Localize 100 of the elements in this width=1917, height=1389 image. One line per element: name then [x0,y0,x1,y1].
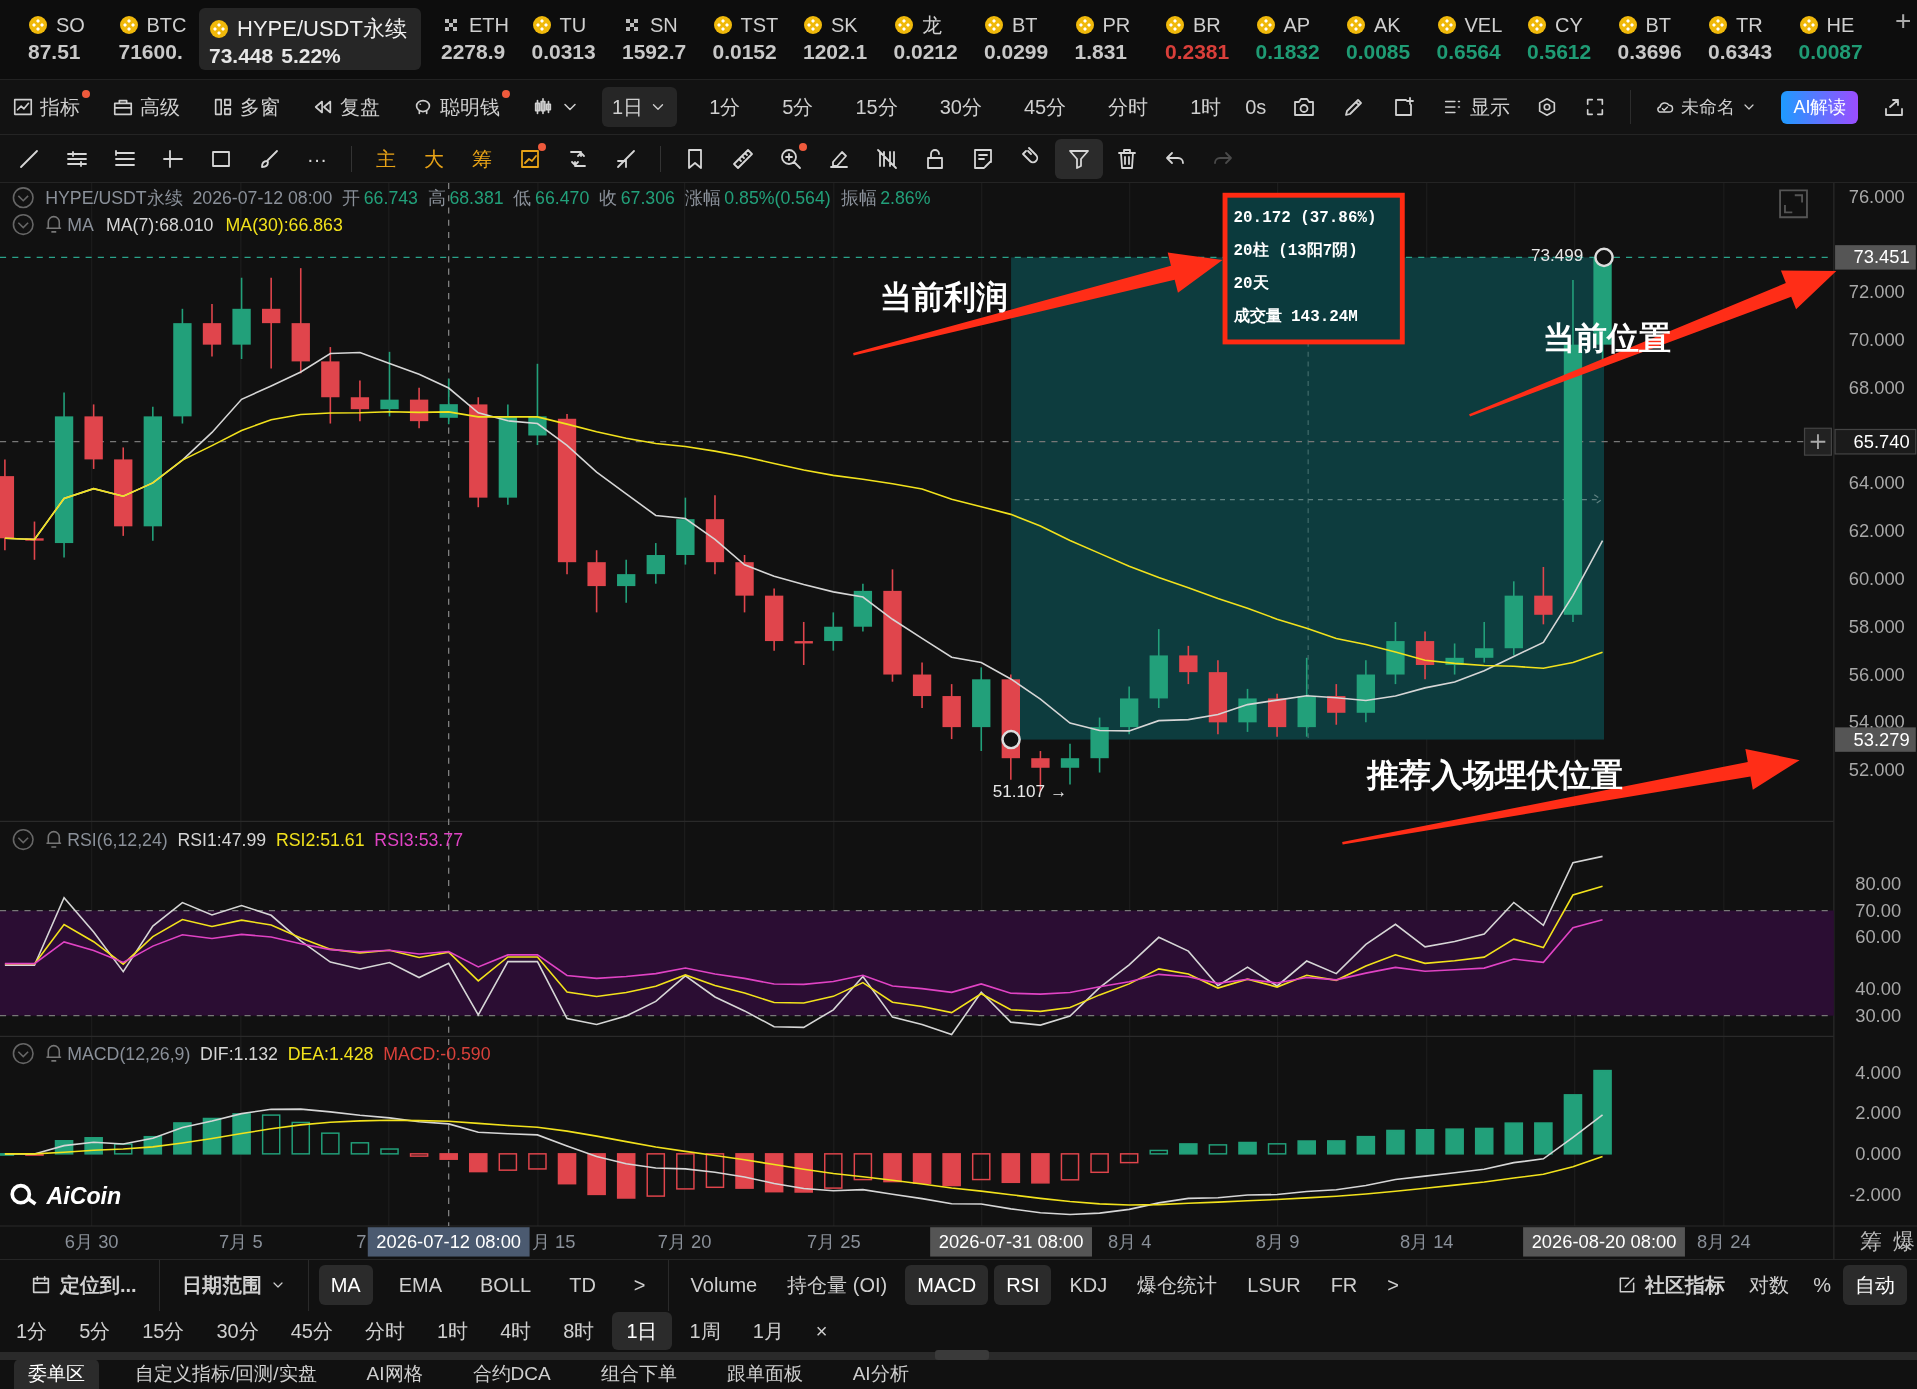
symbol-label: 龙 [921,13,942,38]
scale-option[interactable]: % [1801,1265,1843,1305]
ticker-item[interactable]: TU 0.0313 [521,0,612,66]
close-button[interactable]: × [801,1312,842,1350]
low-price-label: 51.107 → [992,781,1067,801]
panel-tab[interactable]: 委单区 [14,1359,99,1389]
overlay-toggle[interactable]: 筹 [458,138,506,179]
indicator-chip[interactable]: KDJ [1057,1265,1120,1305]
symbol-label: AK [1374,13,1401,38]
toolbar-button[interactable]: 指标 [10,88,90,126]
display-button[interactable]: 显示 [1440,88,1513,126]
overlay-toggle[interactable]: 主 [362,138,410,179]
add-tab-button[interactable]: + [1879,0,1917,42]
scale-option[interactable]: 对数 [1737,1265,1802,1305]
period-button[interactable]: 1时 [423,1312,483,1350]
axis-label: 2.000 [1855,1102,1902,1124]
ai-button[interactable]: AI解读 [1781,90,1859,124]
ticker-item[interactable]: PR 1.831 [1064,0,1155,66]
more-button[interactable]: ··· [293,138,341,179]
indicator-name: MA [67,214,94,235]
period-button[interactable]: 5分 [65,1312,125,1350]
price-label: 1202.1 [803,39,868,65]
period-button[interactable]: 15分 [128,1312,199,1350]
period-button[interactable]: 45分 [276,1312,347,1350]
indicator-chip[interactable]: 持仓量 (OI) [775,1265,900,1305]
indicator-chip[interactable]: FR [1318,1265,1370,1305]
indicator-value: MA(30):66.863 [225,214,343,235]
indicator-value: RSI1:47.99 [177,829,267,850]
more-button[interactable]: > [621,1265,658,1305]
period-button[interactable]: 1月 [738,1312,798,1350]
locate-button[interactable]: 定位到... [18,1265,149,1305]
measurement-text: 20柱 (13阳7阴) [1233,242,1358,261]
layout-dropdown[interactable]: 未命名 [1653,89,1760,125]
symbol-label: HE [1826,13,1855,38]
toolbar-button[interactable]: 复盘 [310,88,390,126]
period-button[interactable]: 分时 [351,1312,419,1350]
price-label: 0.0085 [1346,39,1411,65]
countdown-label: 0s [1244,95,1268,120]
indicator-chip[interactable]: LSUR [1235,1265,1313,1305]
panel-tab[interactable]: 合约DCA [458,1359,565,1389]
ticker-item[interactable]: SN 1592.7 [612,0,703,66]
interval-dropdown[interactable]: 1日 [602,87,678,127]
period-button[interactable]: 8时 [549,1312,609,1350]
ticker-item[interactable]: CY 0.5612 [1517,0,1608,66]
period-button[interactable]: 分时 [1106,88,1151,126]
date-tag: 2026-07-12 08:00 [367,1227,530,1257]
indicator-chip[interactable]: Volume [678,1265,770,1305]
period-button[interactable]: 4时 [486,1312,546,1350]
ticker-item[interactable]: AK 0.0085 [1336,0,1427,66]
indicator-chip[interactable]: MACD [905,1265,989,1305]
indicator-chip[interactable]: TD [557,1265,608,1305]
period-button[interactable]: 45分 [1021,88,1069,126]
panel-tab[interactable]: AI网格 [352,1359,437,1389]
ticker-item[interactable]: BT 0.0299 [974,0,1065,66]
ticker-item[interactable]: VEL 0.6564 [1426,0,1517,66]
ticker-item[interactable]: SO 87.51 [18,0,109,66]
period-button[interactable]: 5分 [780,88,816,126]
period-button[interactable]: 30分 [202,1312,273,1350]
toolbar-button[interactable]: 高级 [110,88,190,126]
panel-tab[interactable]: 自定义指标/回测/实盘 [121,1359,331,1389]
price-label: 0.0087 [1798,39,1863,65]
community-button[interactable]: 社区指标 [1605,1265,1738,1305]
axis-label: 62.000 [1848,520,1905,542]
ticker-item[interactable]: AP 0.1832 [1245,0,1336,66]
period-button[interactable]: 1日 [612,1312,672,1350]
indicator-chip[interactable]: 爆仓统计 [1125,1265,1230,1305]
panel-tab[interactable]: AI分析 [838,1359,923,1389]
panel-tab[interactable]: 组合下单 [586,1359,691,1389]
period-button[interactable]: 1周 [675,1312,735,1350]
date-range-dropdown[interactable]: 日期范围 [169,1265,298,1305]
axis-label: 8月 14 [1399,1231,1454,1252]
period-button[interactable]: 1时 [1188,88,1224,126]
axis-label: 68.000 [1848,376,1905,398]
indicator-chip[interactable]: BOLL [468,1265,544,1305]
ticker-item[interactable]: HE 0.0087 [1788,0,1879,66]
indicator-chip[interactable]: RSI [994,1265,1052,1305]
toolbar-button[interactable]: 多窗 [210,88,290,126]
ticker-item[interactable]: 龙 0.0212 [883,0,974,66]
ticker-item[interactable]: TR 0.6343 [1698,0,1789,66]
indicator-chip[interactable]: EMA [386,1265,454,1305]
ticker-item[interactable]: ETH 2278.9 [431,0,522,66]
period-button[interactable]: 15分 [853,88,900,126]
indicator-chip[interactable]: MA [318,1265,373,1305]
ticker-item[interactable]: HYPE/USDT永续 73.448 5.22% [199,8,421,70]
panel-tab[interactable]: 跟单面板 [712,1359,817,1389]
ticker-item[interactable]: BR 0.2381 [1155,0,1246,66]
scale-option[interactable]: 自动 [1843,1265,1907,1305]
period-button[interactable]: 1分 [2,1312,62,1350]
ticker-item[interactable]: BTC 71600. [108,0,199,66]
axis-label: 58.000 [1848,615,1905,637]
more-button[interactable]: > [1375,1265,1411,1305]
ticker-item[interactable]: BT 0.3696 [1607,0,1698,66]
axis-label: 72.000 [1848,281,1905,303]
overlay-toggle[interactable]: 大 [410,138,458,179]
toolbar-button[interactable]: 聪明钱 [410,88,510,126]
ticker-item[interactable]: TST 0.0152 [702,0,793,66]
period-button[interactable]: 1分 [707,88,743,126]
axis-label: 6月 30 [64,1231,119,1252]
ticker-item[interactable]: SK 1202.1 [793,0,884,66]
period-button[interactable]: 30分 [937,88,984,126]
